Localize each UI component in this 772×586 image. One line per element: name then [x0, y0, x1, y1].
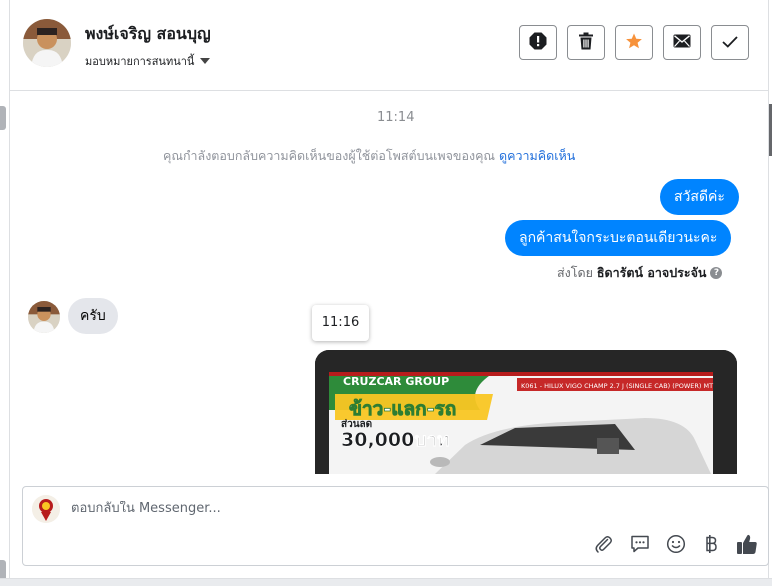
saved-replies-button[interactable] [629, 535, 651, 557]
promo-line: ข้าว-แลก-รถ [349, 398, 456, 420]
sent-by-prefix: ส่งโดย [557, 265, 593, 280]
paperclip-icon [594, 534, 614, 558]
baht-icon [704, 534, 718, 558]
reply-composer [22, 486, 769, 566]
page-avatar [32, 495, 60, 523]
check-icon [722, 33, 738, 52]
chevron-down-icon [200, 58, 211, 64]
mark-spam-button[interactable] [519, 25, 557, 60]
help-icon[interactable]: ? [710, 267, 723, 279]
like-button[interactable] [736, 533, 758, 559]
mark-unread-button[interactable] [663, 25, 701, 60]
assign-label: มอบหมายการสนทนานี้ [85, 55, 195, 68]
timestamp: 11:14 [377, 110, 415, 125]
outgoing-message[interactable]: ลูกค้าสนใจกระบะตอนเดียวนะคะ [505, 220, 732, 256]
attach-file-button[interactable] [593, 535, 615, 557]
emoji-icon [666, 534, 686, 558]
sender-name: ธิดารัตน์ อาจประจัน [596, 265, 707, 280]
sent-by-label: ส่งโดย ธิดารัตน์ อาจประจัน ? [557, 263, 723, 283]
incoming-message[interactable]: ครับ [68, 298, 118, 334]
comment-reply-notice: คุณกำลังตอบกลับความคิดเห็นของผู้ใช้ต่อโพ… [163, 146, 575, 166]
star-button[interactable] [615, 25, 653, 60]
saved-reply-icon [630, 534, 650, 558]
view-comment-link[interactable]: ดูความคิดเห็น [499, 148, 575, 163]
timestamp-tooltip: 11:16 [312, 305, 369, 341]
conversation-panel: พงษ์เจริญ สอนบุญ มอบหมายการสนทนานี้ 11:1… [0, 0, 772, 586]
emoji-button[interactable] [665, 534, 687, 558]
star-icon [625, 32, 643, 54]
conversation-header: พงษ์เจริญ สอนบุญ มอบหมายการสนทนานี้ [10, 0, 768, 91]
spam-icon [529, 32, 547, 54]
notice-text: คุณกำลังตอบกลับความคิดเห็นของผู้ใช้ต่อโพ… [163, 148, 496, 163]
car-promo-image: K061 - HILUX VIGO CHAMP 2.7 J (SINGLE CA… [315, 350, 737, 474]
assign-conversation-dropdown[interactable]: มอบหมายการสนทนานี้ [85, 52, 211, 70]
outgoing-message[interactable]: สวัสดีค่ะ [660, 179, 739, 215]
mark-done-button[interactable] [711, 25, 749, 60]
promo-banner: CRUZCAR GROUP [343, 375, 449, 388]
trash-icon [578, 32, 594, 54]
delete-button[interactable] [567, 25, 605, 60]
image-attachment[interactable]: K061 - HILUX VIGO CHAMP 2.7 J (SINGLE CA… [315, 350, 737, 474]
envelope-icon [673, 33, 691, 52]
left-divider [0, 0, 10, 585]
contact-avatar[interactable] [23, 19, 71, 67]
thumbs-up-icon [736, 533, 758, 559]
promo-tag: K061 - HILUX VIGO CHAMP 2.7 J (SINGLE CA… [521, 382, 713, 390]
reply-input[interactable] [71, 501, 571, 516]
contact-name[interactable]: พงษ์เจริญ สอนบุญ [85, 22, 211, 47]
payment-button[interactable] [700, 535, 722, 557]
left-scroll-handle[interactable] [0, 106, 6, 130]
promo-discount: 30,000บาท [341, 429, 450, 451]
contact-avatar-small [28, 301, 60, 333]
